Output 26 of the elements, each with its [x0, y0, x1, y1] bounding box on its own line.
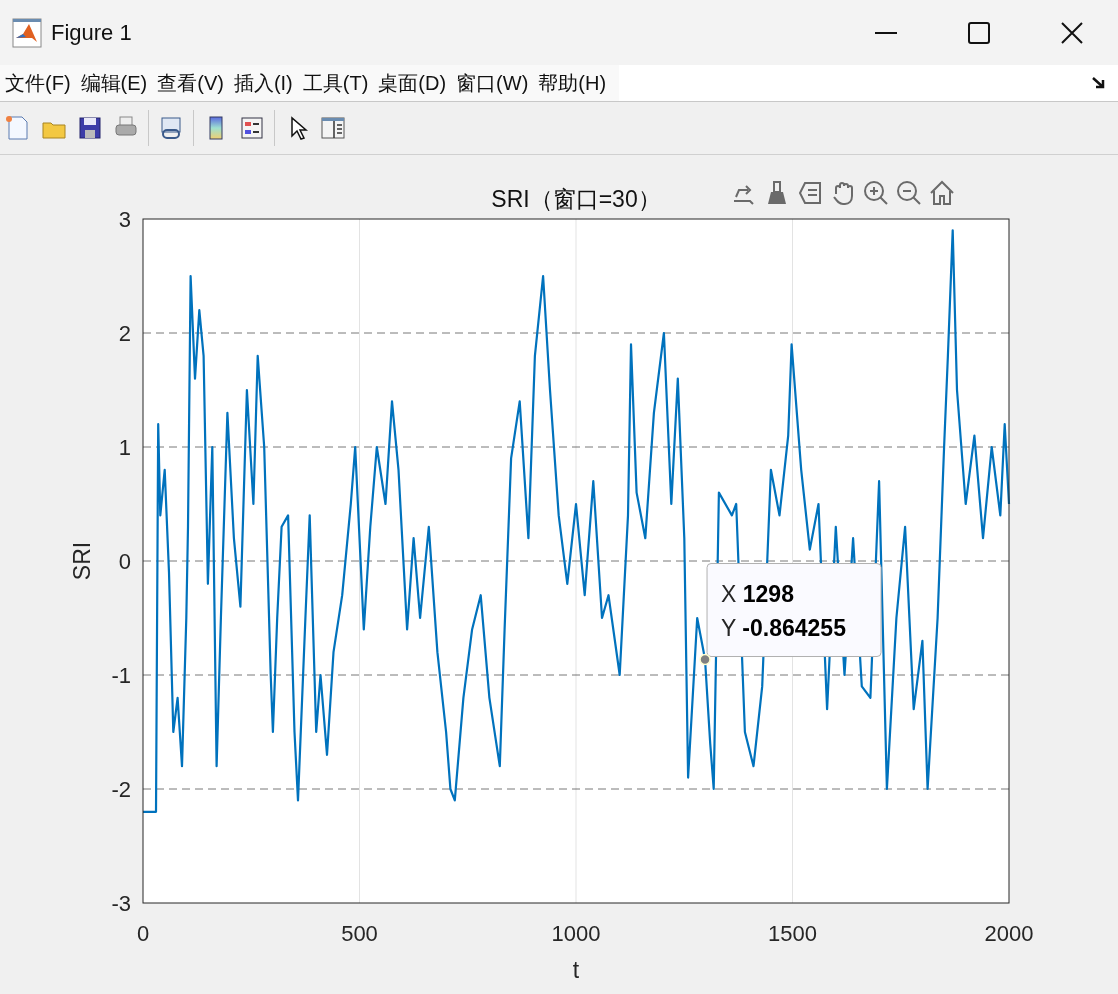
y-tick-label: 0 [118, 549, 131, 574]
y-tick-label: -3 [111, 891, 131, 916]
menu-item[interactable]: 插入(I) [228, 68, 298, 98]
menu-item[interactable]: 文件(F) [0, 68, 76, 98]
x-tick-label: 2000 [984, 921, 1034, 946]
menu-item[interactable]: 编辑(E) [75, 68, 153, 98]
x-tick-label: 0 [136, 921, 150, 946]
menu-item[interactable]: 窗口(W) [451, 68, 534, 98]
menu-item[interactable]: 工具(T) [297, 68, 374, 98]
x-tick-label: 1500 [768, 921, 817, 946]
x-axis-label: t [572, 957, 580, 983]
menu-item[interactable]: 桌面(D) [373, 68, 452, 98]
y-tick-label: 1 [118, 435, 131, 460]
x-tick-label: 500 [341, 921, 378, 946]
menu-item[interactable]: 查看(V) [152, 68, 229, 98]
window-title: Figure 1 [51, 19, 132, 47]
datatip-text: X 1298 [721, 580, 794, 607]
chart-title: SRI（窗口=30） [491, 186, 661, 212]
y-tick-label: -1 [111, 663, 131, 688]
y-axis-label: SRI [69, 541, 95, 581]
x-tick-label: 1000 [551, 921, 601, 946]
y-tick-label: -2 [111, 777, 131, 802]
datatip-text: Y -0.864255 [721, 614, 846, 641]
menu-item[interactable]: 帮助(H) [533, 68, 612, 98]
y-tick-label: 3 [118, 207, 131, 232]
y-tick-label: 2 [118, 321, 131, 346]
